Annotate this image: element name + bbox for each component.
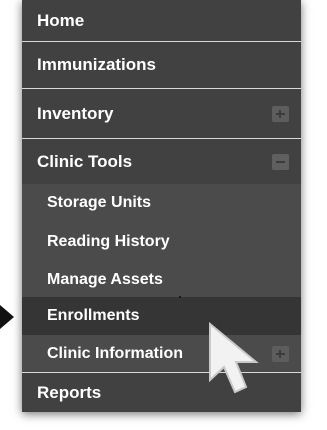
submenu-item-manage-assets[interactable]: Manage Assets bbox=[22, 262, 301, 297]
decorative-dot bbox=[179, 296, 181, 298]
submenu-item-label: Reading History bbox=[47, 233, 170, 250]
menu-item-inventory[interactable]: Inventory bbox=[22, 89, 301, 139]
arrow-marker-icon bbox=[0, 305, 14, 329]
submenu-item-label: Clinic Information bbox=[47, 344, 183, 362]
menu-item-immunizations[interactable]: Immunizations bbox=[22, 42, 301, 89]
menu-item-clinic-tools[interactable]: Clinic Tools bbox=[22, 139, 301, 184]
mouse-pointer-icon bbox=[209, 322, 259, 394]
submenu-item-label: Enrollments bbox=[47, 307, 140, 324]
submenu-item-storage-units[interactable]: Storage Units bbox=[22, 184, 301, 222]
submenu-item-label: Manage Assets bbox=[47, 270, 163, 288]
submenu-item-reading-history[interactable]: Reading History bbox=[22, 222, 301, 262]
menu-item-label: Clinic Tools bbox=[37, 151, 133, 171]
menu-item-label: Immunizations bbox=[37, 55, 157, 74]
plus-square-icon[interactable] bbox=[272, 105, 289, 122]
menu-item-label: Inventory bbox=[37, 103, 114, 123]
menu-item-label: Reports bbox=[37, 382, 102, 402]
submenu-item-label: Storage Units bbox=[47, 194, 152, 211]
minus-square-icon[interactable] bbox=[272, 153, 289, 170]
menu-item-label: Home bbox=[37, 10, 85, 30]
menu-item-home[interactable]: Home bbox=[22, 0, 301, 42]
